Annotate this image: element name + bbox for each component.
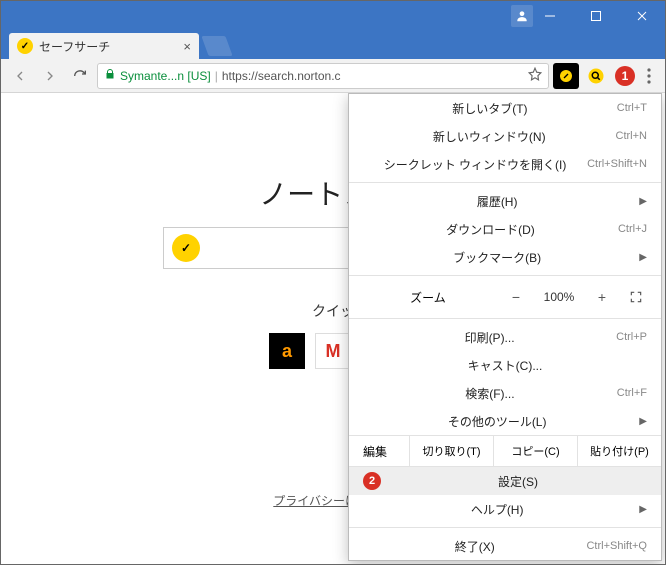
menu-shortcut: Ctrl+T: [617, 102, 647, 114]
menu-label: 履歴(H): [363, 193, 631, 210]
menu-bookmarks[interactable]: ブックマーク(B) ▶: [349, 243, 661, 271]
fullscreen-button[interactable]: [625, 286, 647, 308]
norton-search-extension-icon[interactable]: [583, 63, 609, 89]
edit-paste-button[interactable]: 貼り付け(P): [577, 436, 661, 466]
reload-button[interactable]: [67, 63, 93, 89]
menu-label: 新しいウィンドウ(N): [363, 128, 616, 145]
zoom-label: ズーム: [363, 289, 493, 306]
menu-separator: [349, 527, 661, 528]
menu-separator: [349, 318, 661, 319]
menu-label: 印刷(P)...: [363, 329, 616, 346]
submenu-arrow-icon: ▶: [639, 504, 647, 515]
tab-title: セーフサーチ: [39, 38, 110, 55]
menu-label: ブックマーク(B): [363, 249, 631, 266]
menu-shortcut: Ctrl+F: [617, 387, 647, 399]
edit-label: 編集: [349, 436, 409, 466]
menu-separator: [349, 182, 661, 183]
menu-incognito[interactable]: シークレット ウィンドウを開く(I) Ctrl+Shift+N: [349, 150, 661, 178]
zoom-value: 100%: [539, 290, 579, 304]
back-button[interactable]: [7, 63, 33, 89]
minimize-button[interactable]: [527, 1, 573, 31]
address-divider: |: [215, 69, 218, 83]
profile-button[interactable]: [511, 5, 533, 27]
menu-edit-row: 編集 切り取り(T) コピー(C) 貼り付け(P): [349, 435, 661, 467]
menu-label: 検索(F)...: [363, 385, 617, 402]
submenu-arrow-icon: ▶: [639, 416, 647, 427]
menu-help[interactable]: ヘルプ(H) ▶: [349, 495, 661, 523]
norton-extension-icon[interactable]: [553, 63, 579, 89]
menu-cast[interactable]: キャスト(C)...: [349, 351, 661, 379]
toolbar: Symante...n [US] | https://search.norton…: [1, 59, 665, 93]
tab-close-button[interactable]: ×: [183, 39, 191, 54]
menu-new-window[interactable]: 新しいウィンドウ(N) Ctrl+N: [349, 122, 661, 150]
menu-print[interactable]: 印刷(P)... Ctrl+P: [349, 323, 661, 351]
quick-link-gmail[interactable]: M: [315, 333, 351, 369]
menu-new-tab[interactable]: 新しいタブ(T) Ctrl+T: [349, 94, 661, 122]
maximize-button[interactable]: [573, 1, 619, 31]
menu-shortcut: Ctrl+J: [618, 223, 647, 235]
edit-copy-button[interactable]: コピー(C): [493, 436, 577, 466]
menu-label: ヘルプ(H): [363, 501, 631, 518]
menu-label: 設定(S): [389, 473, 647, 490]
bookmark-star-button[interactable]: [528, 67, 542, 84]
submenu-arrow-icon: ▶: [639, 196, 647, 207]
menu-more-tools[interactable]: その他のツール(L) ▶: [349, 407, 661, 435]
zoom-in-button[interactable]: +: [591, 286, 613, 308]
menu-label: ダウンロード(D): [363, 221, 618, 238]
new-tab-button[interactable]: [201, 36, 232, 56]
menu-separator: [349, 275, 661, 276]
menu-settings[interactable]: 2 設定(S): [349, 467, 661, 495]
menu-find[interactable]: 検索(F)... Ctrl+F: [349, 379, 661, 407]
browser-tab[interactable]: ✓ セーフサーチ ×: [9, 33, 199, 59]
ev-certificate-name: Symante...n [US]: [120, 69, 211, 83]
menu-label: シークレット ウィンドウを開く(I): [363, 156, 587, 173]
chrome-menu-button[interactable]: [639, 63, 659, 89]
quick-link-amazon[interactable]: a: [269, 333, 305, 369]
norton-favicon: ✓: [17, 38, 33, 54]
menu-zoom-row: ズーム − 100% +: [349, 280, 661, 314]
zoom-out-button[interactable]: −: [505, 286, 527, 308]
window-titlebar: [1, 1, 665, 31]
page-content: ノートン セ ✓ クイッ a M f プライバシーについて 新しいタブ(T) C…: [1, 93, 665, 564]
chrome-menu: 新しいタブ(T) Ctrl+T 新しいウィンドウ(N) Ctrl+N シークレッ…: [348, 93, 662, 561]
forward-button[interactable]: [37, 63, 63, 89]
callout-badge-1: 1: [615, 66, 635, 86]
menu-shortcut: Ctrl+Shift+N: [587, 158, 647, 170]
menu-shortcut: Ctrl+N: [616, 130, 647, 142]
menu-label: 終了(X): [363, 538, 586, 555]
url-text: https://search.norton.c: [222, 69, 341, 83]
menu-label: キャスト(C)...: [363, 357, 647, 374]
norton-logo-icon: ✓: [172, 234, 200, 262]
close-window-button[interactable]: [619, 1, 665, 31]
menu-label: その他のツール(L): [363, 413, 631, 430]
edit-cut-button[interactable]: 切り取り(T): [409, 436, 493, 466]
menu-shortcut: Ctrl+Shift+Q: [586, 540, 647, 552]
tab-strip: ✓ セーフサーチ ×: [1, 31, 665, 59]
menu-downloads[interactable]: ダウンロード(D) Ctrl+J: [349, 215, 661, 243]
lock-icon: [104, 68, 116, 83]
menu-label: 新しいタブ(T): [363, 100, 617, 117]
address-bar[interactable]: Symante...n [US] | https://search.norton…: [97, 63, 549, 89]
menu-history[interactable]: 履歴(H) ▶: [349, 187, 661, 215]
callout-badge-2: 2: [363, 472, 381, 490]
menu-shortcut: Ctrl+P: [616, 331, 647, 343]
menu-exit[interactable]: 終了(X) Ctrl+Shift+Q: [349, 532, 661, 560]
submenu-arrow-icon: ▶: [639, 252, 647, 263]
